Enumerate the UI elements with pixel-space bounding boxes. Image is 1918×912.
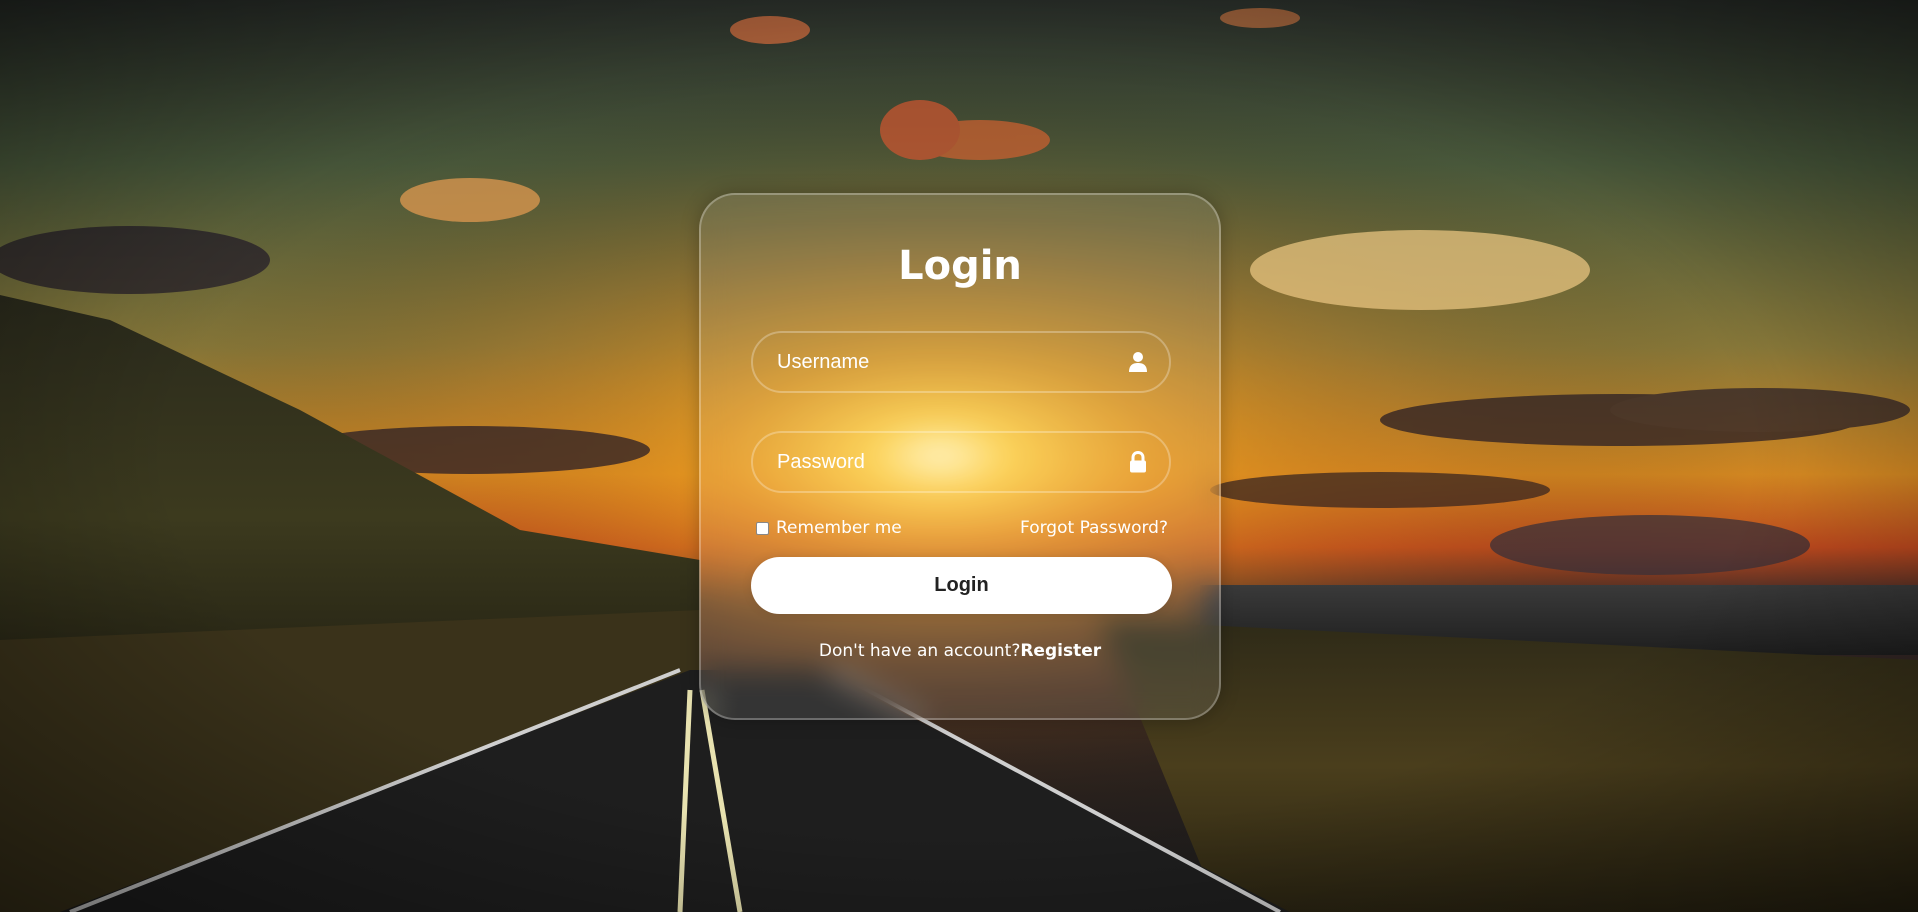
- forgot-password-link[interactable]: Forgot Password?: [1020, 515, 1168, 541]
- lock-icon: [1128, 450, 1148, 473]
- register-prompt: Don't have an account?: [818, 641, 1021, 661]
- register-link[interactable]: Register: [1020, 641, 1101, 661]
- login-title: Login: [898, 243, 1022, 289]
- login-button[interactable]: Login: [751, 557, 1172, 614]
- user-icon: [1128, 351, 1148, 373]
- password-input-box[interactable]: [751, 431, 1171, 493]
- remember-forgot-row: Remember me Forgot Password?: [756, 515, 1168, 541]
- remember-me-label[interactable]: Remember me: [756, 515, 902, 541]
- username-input-box[interactable]: [751, 331, 1171, 393]
- remember-me-checkbox[interactable]: [756, 521, 769, 535]
- register-row: Don't have an account?Register: [701, 641, 1219, 661]
- login-card: Login Remember me Forgot Password? Login…: [699, 193, 1221, 720]
- remember-me-text: Remember me: [776, 518, 902, 538]
- password-input[interactable]: [753, 433, 1169, 491]
- username-input[interactable]: [753, 333, 1169, 391]
